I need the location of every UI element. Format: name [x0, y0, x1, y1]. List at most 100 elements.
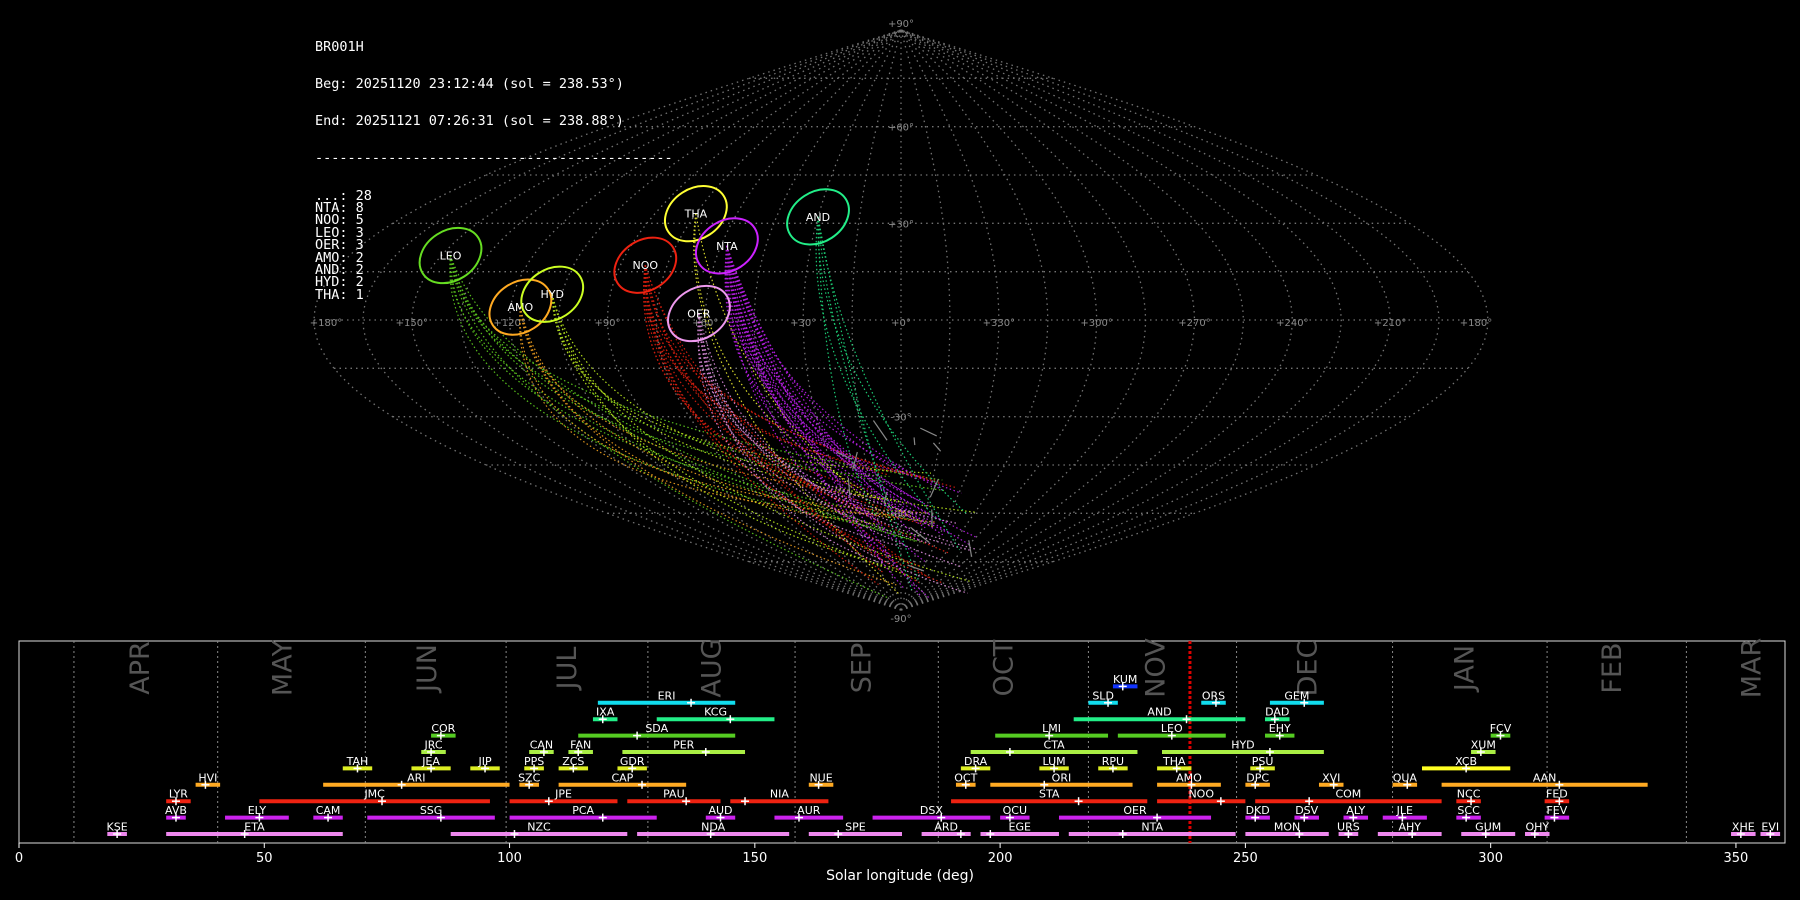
month-label-DEC: DEC: [1293, 640, 1324, 697]
shower-count-2: NOO: 5: [315, 212, 364, 229]
x-tick-label: 300: [1478, 851, 1503, 866]
shower-count-0: ...: 28: [315, 187, 372, 204]
shower-label-JPE: JPE: [554, 788, 572, 801]
shower-label-JEA: JEA: [421, 755, 440, 768]
shower-label-EGE: EGE: [1009, 821, 1031, 834]
x-tick-label: 150: [742, 851, 767, 866]
shower-label-COR: COR: [431, 722, 455, 735]
shower-label-ORI: ORI: [1052, 771, 1072, 784]
shower-HVI: HVI: [195, 771, 221, 789]
x-tick-label: 350: [1724, 851, 1749, 866]
x-axis-label: Solar longitude (deg): [826, 868, 974, 884]
shower-label-CAM: CAM: [316, 804, 341, 817]
shower-label-GEM: GEM: [1284, 689, 1309, 702]
shower-GDR: GDR: [617, 755, 647, 773]
shower-label-DPC: DPC: [1246, 771, 1269, 784]
shower-label-XUM: XUM: [1471, 739, 1496, 752]
shower-label-GUM: GUM: [1475, 821, 1501, 834]
shower-SLD: SLD: [1088, 689, 1118, 707]
shower-label-XCB: XCB: [1455, 755, 1477, 768]
shower-label-MON: MON: [1274, 821, 1300, 834]
shower-FEV: FEV: [1544, 804, 1570, 822]
shower-NUE: NUE: [808, 771, 834, 789]
shower-label-RPU: RPU: [1102, 755, 1124, 768]
shower-EVI: EVI: [1760, 821, 1781, 838]
end-time: End: 20251121 07:26:31 (sol = 238.88°): [315, 113, 624, 130]
shower-label-ZCS: ZCS: [562, 755, 584, 768]
shower-label-PSU: PSU: [1252, 755, 1274, 768]
shower-DPC: DPC: [1245, 771, 1270, 789]
shower-label-ERI: ERI: [658, 689, 676, 702]
shower-IXA: IXA: [592, 706, 618, 724]
shower-label-SSG: SSG: [420, 804, 443, 817]
shower-count-7: HYD: 2: [315, 274, 364, 291]
shower-CAN: CAN: [529, 739, 554, 756]
shower-label-HYD: HYD: [1231, 739, 1254, 752]
shower-label-LYR: LYR: [169, 788, 188, 801]
shower-URS: URS: [1337, 821, 1360, 838]
shower-NCC: NCC: [1456, 788, 1481, 806]
x-tick-label: 250: [1233, 851, 1258, 866]
shower-label-SDA: SDA: [645, 722, 668, 735]
shower-label-AND: AND: [1147, 706, 1171, 719]
shower-TAH: TAH: [342, 755, 373, 773]
shower-label-JLE: JLE: [1396, 804, 1413, 817]
month-label-SEP: SEP: [846, 643, 877, 693]
month-label-JAN: JAN: [1450, 645, 1481, 693]
shower-count-4: OER: 3: [315, 237, 364, 254]
shower-label-JRC: JRC: [424, 739, 443, 752]
shower-label-EVI: EVI: [1761, 821, 1779, 834]
shower-CAM: CAM: [313, 804, 343, 822]
month-label-APR: APR: [125, 641, 156, 695]
shower-SCC: SCC: [1456, 804, 1481, 822]
shower-label-ARI: ARI: [407, 771, 425, 784]
shower-label-TAH: TAH: [346, 755, 369, 768]
shower-label-ORS: ORS: [1202, 689, 1225, 702]
shower-label-GDR: GDR: [620, 755, 645, 768]
shower-KSE: KSE: [107, 821, 128, 838]
shower-label-PER: PER: [673, 739, 695, 752]
shower-FCV: FCV: [1490, 722, 1512, 740]
shower-label-COM: COM: [1335, 788, 1361, 801]
shower-FED: FED: [1544, 788, 1570, 806]
shower-label-SCC: SCC: [1457, 804, 1480, 817]
shower-label-DSX: DSX: [920, 804, 943, 817]
x-tick-label: 0: [15, 851, 23, 866]
shower-label-EHY: EHY: [1269, 722, 1291, 735]
summary-box: BR001H Beg: 20251120 23:12:44 (sol = 238…: [315, 16, 673, 302]
shower-QUA: QUA: [1392, 771, 1417, 789]
shower-label-THA: THA: [1162, 755, 1186, 768]
shower-count-3: LEO: 3: [315, 224, 364, 241]
shower-DKD: DKD: [1245, 804, 1270, 822]
shower-SZC: SZC: [518, 771, 541, 789]
shower-label-NIA: NIA: [770, 788, 789, 801]
shower-label-FEV: FEV: [1546, 804, 1567, 817]
shower-label-OER: OER: [1123, 804, 1147, 817]
shower-AUD: AUD: [705, 804, 736, 822]
shower-label-AUR: AUR: [797, 804, 821, 817]
shower-RPU: RPU: [1098, 755, 1128, 773]
shower-label-DAD: DAD: [1265, 706, 1289, 719]
shower-OCU: OCU: [1000, 804, 1030, 822]
shower-label-PCA: PCA: [572, 804, 594, 817]
shower-label-NOO: NOO: [1188, 788, 1214, 801]
shower-label-NUE: NUE: [809, 771, 832, 784]
shower-label-ARD: ARD: [934, 821, 958, 834]
shower-label-OCT: OCT: [954, 771, 977, 784]
shower-label-ELY: ELY: [248, 804, 267, 817]
shower-label-XHE: XHE: [1732, 821, 1755, 834]
month-label-OCT: OCT: [989, 639, 1020, 696]
shower-label-NDA: NDA: [701, 821, 726, 834]
shower-label-KUM: KUM: [1113, 673, 1137, 686]
shower-label-PAU: PAU: [663, 788, 685, 801]
shower-label-CAN: CAN: [530, 739, 553, 752]
shower-OHY: OHY: [1525, 821, 1550, 838]
month-label-MAR: MAR: [1737, 638, 1768, 699]
shower-label-NTA: NTA: [1141, 821, 1163, 834]
shower-label-LEO: LEO: [1161, 722, 1183, 735]
shower-XUM: XUM: [1471, 739, 1496, 756]
shower-label-NZC: NZC: [527, 821, 551, 834]
shower-PSU: PSU: [1250, 755, 1275, 773]
shower-count-8: THA: 1: [315, 286, 364, 303]
shower-label-JMC: JMC: [363, 788, 385, 801]
